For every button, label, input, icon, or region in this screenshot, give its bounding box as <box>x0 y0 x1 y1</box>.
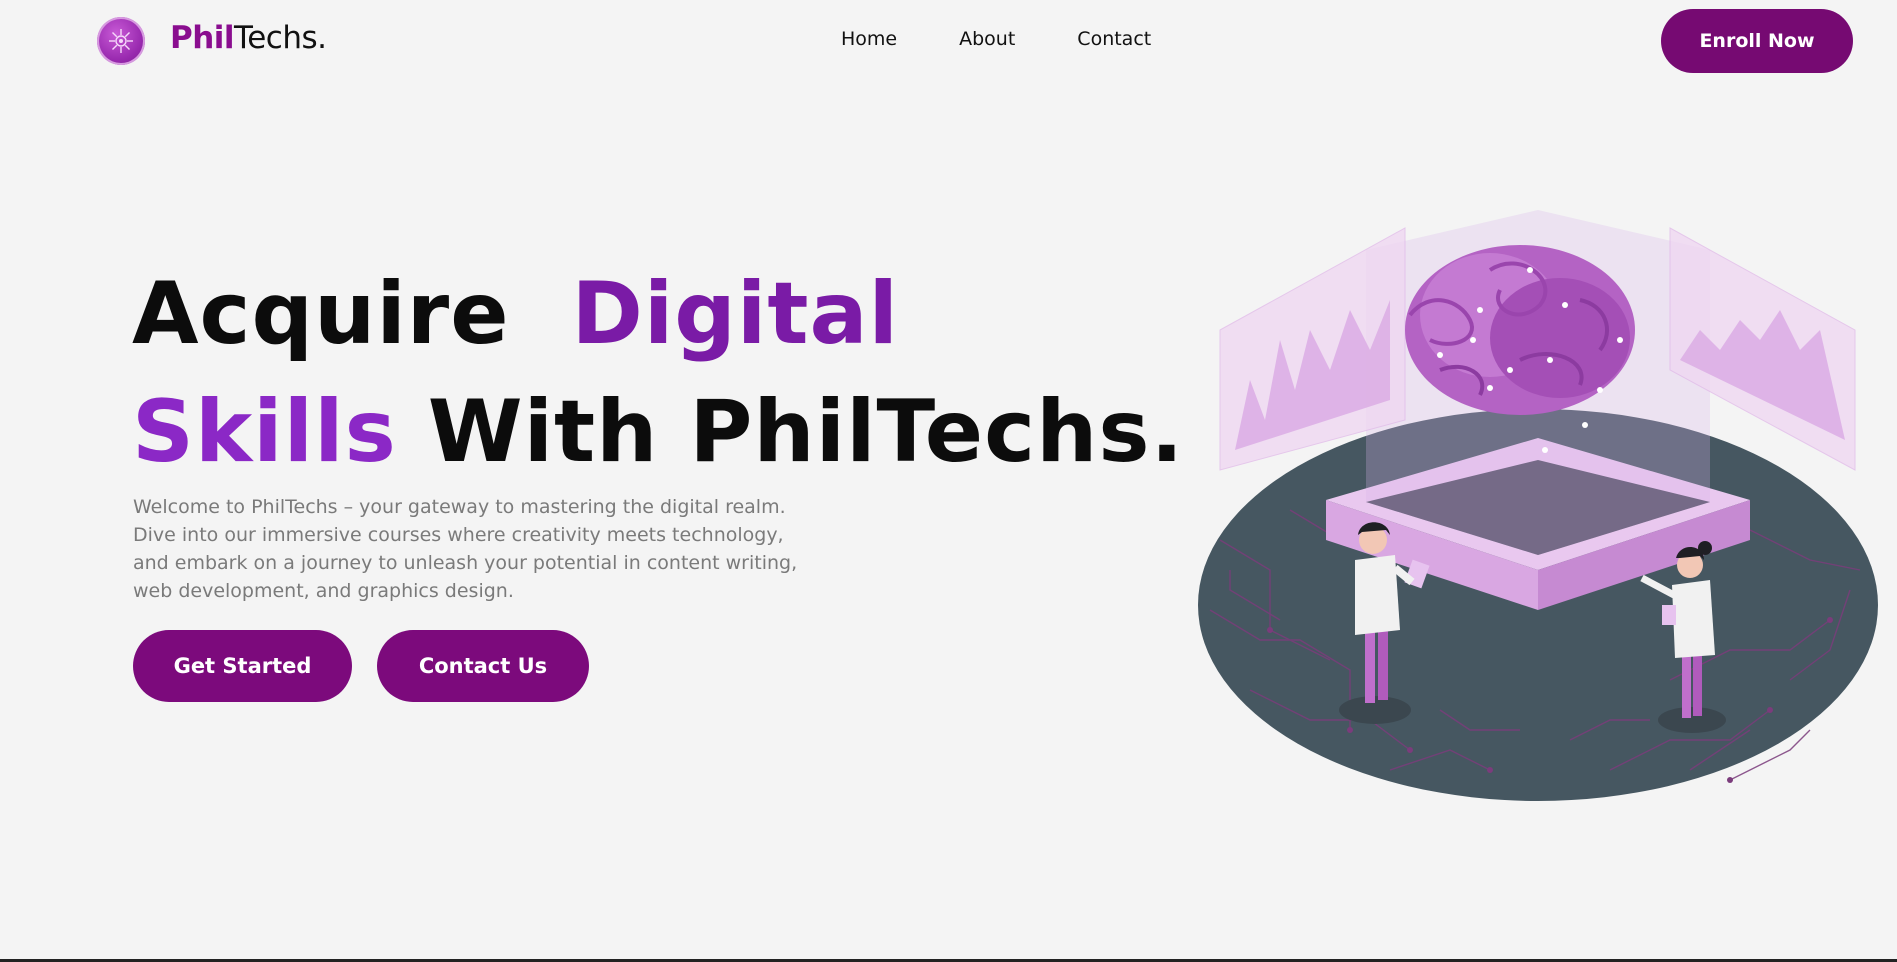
nav-link-home[interactable]: Home <box>841 28 897 50</box>
nav-link-contact[interactable]: Contact <box>1077 28 1151 50</box>
hero-illustration <box>1190 210 1890 810</box>
brand-name-part1: Phil <box>170 20 235 56</box>
brand-logo-text[interactable]: Phil Techs. <box>170 20 327 56</box>
enroll-now-button[interactable]: Enroll Now <box>1661 9 1853 73</box>
isometric-brain-platform-illustration <box>1198 210 1878 801</box>
contact-us-button[interactable]: Contact Us <box>377 630 589 702</box>
nav-link-about[interactable]: About <box>959 28 1015 50</box>
get-started-button[interactable]: Get Started <box>133 630 352 702</box>
hero-button-row: Get Started Contact Us <box>133 630 589 702</box>
hero-title-word-skills: Skills <box>132 382 397 482</box>
logo-icon[interactable] <box>97 17 145 65</box>
hero-title-word-acquire: Acquire <box>132 264 510 364</box>
hero-title-word-digital: Digital <box>571 264 899 364</box>
hero-title: Acquire Digital Skills With PhilTechs. <box>132 255 1184 491</box>
top-navbar: Phil Techs. Home About Contact Enroll No… <box>0 0 1897 82</box>
hero-title-line-1: Acquire Digital <box>132 255 1184 373</box>
hero-description: Welcome to PhilTechs – your gateway to m… <box>133 496 798 602</box>
hero-title-line-2: Skills With PhilTechs. <box>132 373 1184 491</box>
gear-snowflake-icon <box>109 29 133 53</box>
hero-title-rest: With PhilTechs. <box>427 382 1185 482</box>
nav-links: Home About Contact <box>841 28 1213 50</box>
brand-name-part2: Techs. <box>234 20 327 56</box>
